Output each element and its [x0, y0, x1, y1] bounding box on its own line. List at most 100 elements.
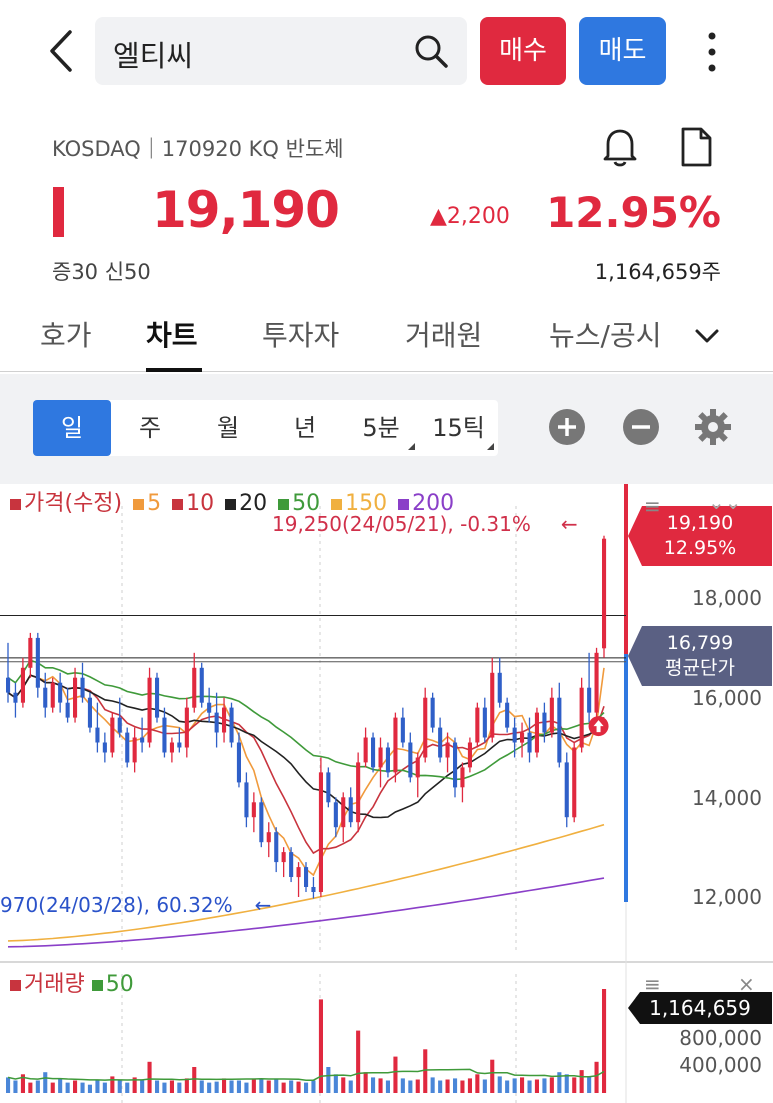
- document-icon[interactable]: [676, 126, 716, 168]
- candle-body: [199, 667, 204, 703]
- margin-info: 증30 신50: [52, 260, 151, 284]
- volume-bar: [445, 1079, 450, 1093]
- candle-body: [385, 747, 390, 773]
- volume-bar: [222, 1078, 227, 1093]
- volume-bar: [199, 1080, 204, 1093]
- legend-ma10: 10: [172, 491, 216, 516]
- volume-bar: [371, 1077, 376, 1093]
- volume-bar: [385, 1080, 390, 1093]
- volume-bar: [192, 1067, 197, 1093]
- buy-button[interactable]: 매수: [480, 17, 566, 85]
- price-change: ▲2,200: [430, 204, 510, 229]
- candle-body: [58, 682, 63, 703]
- candle-body: [602, 538, 607, 649]
- volume-bar: [125, 1082, 130, 1093]
- candle-body: [408, 742, 413, 778]
- volume-bar: [393, 1056, 398, 1093]
- volume-bar: [356, 1030, 361, 1093]
- period-year[interactable]: 년: [267, 400, 343, 456]
- candle-body: [438, 727, 443, 758]
- volume-bar: [259, 1078, 264, 1093]
- volume-bar: [602, 989, 607, 1093]
- volume-info: 1,164,659주: [594, 260, 721, 284]
- candle-body: [527, 732, 532, 753]
- tab-broker[interactable]: 거래원: [405, 314, 482, 354]
- candle-body: [95, 727, 100, 743]
- candle-body: [162, 717, 167, 753]
- ma10-line: [7, 674, 605, 855]
- search-box[interactable]: 엘티씨: [95, 17, 467, 85]
- candle-body: [311, 887, 316, 892]
- volume-bar: [266, 1080, 271, 1093]
- legend-price: 가격(수정): [10, 491, 124, 516]
- tab-orderbook[interactable]: 호가: [40, 314, 92, 354]
- candle-body: [572, 747, 577, 818]
- candle-body: [534, 712, 539, 753]
- zoom-out-icon[interactable]: [622, 408, 660, 446]
- search-icon[interactable]: [413, 33, 449, 69]
- period-15tick[interactable]: 15틱: [419, 400, 498, 456]
- bell-icon[interactable]: [600, 126, 640, 168]
- y-tick-16000: 16,000: [692, 686, 762, 710]
- current-price: 19,190: [152, 181, 340, 239]
- volume-bar: [497, 1076, 502, 1093]
- volume-bar: [534, 1079, 539, 1093]
- candle-body: [512, 727, 517, 743]
- candle-body: [475, 707, 480, 743]
- candle-body: [192, 667, 197, 708]
- average-price-tag: 16,799 평균단가: [628, 626, 772, 686]
- top-bar: 엘티씨 매수 매도: [0, 0, 773, 104]
- volume-bar: [43, 1072, 48, 1093]
- y-tick-12000: 12,000: [692, 885, 762, 909]
- candle-body: [430, 697, 435, 728]
- more-menu-icon[interactable]: [700, 28, 724, 76]
- volume-bar: [467, 1078, 472, 1093]
- candle-body: [251, 802, 256, 818]
- y-tick-14000: 14,000: [692, 786, 762, 810]
- candle-body: [244, 782, 249, 818]
- volume-bar: [274, 1079, 279, 1093]
- gear-icon[interactable]: [694, 408, 732, 446]
- candle-body: [587, 687, 592, 713]
- exchange-line: KOSDAQ｜170920 KQ 반도체: [52, 137, 344, 161]
- period-month[interactable]: 월: [189, 400, 267, 456]
- period-5min[interactable]: 5분: [343, 400, 419, 456]
- tag-avg-value: 16,799: [666, 632, 734, 654]
- period-week[interactable]: 주: [111, 400, 189, 456]
- volume-bar: [281, 1082, 286, 1093]
- volume-bar: [542, 1078, 547, 1093]
- tab-investor[interactable]: 투자자: [262, 314, 339, 354]
- tab-news[interactable]: 뉴스/공시: [549, 314, 673, 354]
- volume-bar: [549, 1077, 554, 1093]
- candle-body: [236, 742, 241, 783]
- candle-body: [557, 697, 562, 763]
- volume-bar: [95, 1079, 100, 1093]
- tab-chart[interactable]: 차트: [146, 314, 198, 354]
- dropdown-corner-icon: [487, 443, 494, 450]
- candle-body: [497, 672, 502, 703]
- sell-button[interactable]: 매도: [579, 17, 666, 85]
- panel-collapse-icon[interactable]: ⌄⌄: [708, 490, 742, 514]
- candle-body: [222, 707, 227, 733]
- legend-ma5: 5: [133, 491, 163, 516]
- volume-bar: [527, 1080, 532, 1093]
- period-day[interactable]: 일: [33, 400, 111, 456]
- candle-body: [453, 742, 458, 788]
- candle-body: [20, 667, 25, 703]
- volume-bar: [6, 1077, 11, 1093]
- volume-tick-800000: 800,000: [679, 1026, 762, 1050]
- candle-body: [259, 802, 264, 843]
- panel-menu-icon[interactable]: ≡: [644, 494, 661, 518]
- candle-body: [296, 867, 301, 878]
- volume-bar: [341, 1077, 346, 1093]
- search-text: 엘티씨: [113, 39, 194, 73]
- candle-body: [117, 717, 122, 733]
- back-arrow-icon[interactable]: [44, 28, 78, 74]
- chevron-down-icon[interactable]: [693, 322, 721, 350]
- up-triangle-icon: ▲: [430, 204, 447, 229]
- candle-body: [229, 707, 234, 743]
- candle-body: [102, 742, 107, 753]
- zoom-in-icon[interactable]: [548, 408, 586, 446]
- volume-bar: [207, 1082, 212, 1093]
- legend-volume: 거래량: [10, 972, 85, 997]
